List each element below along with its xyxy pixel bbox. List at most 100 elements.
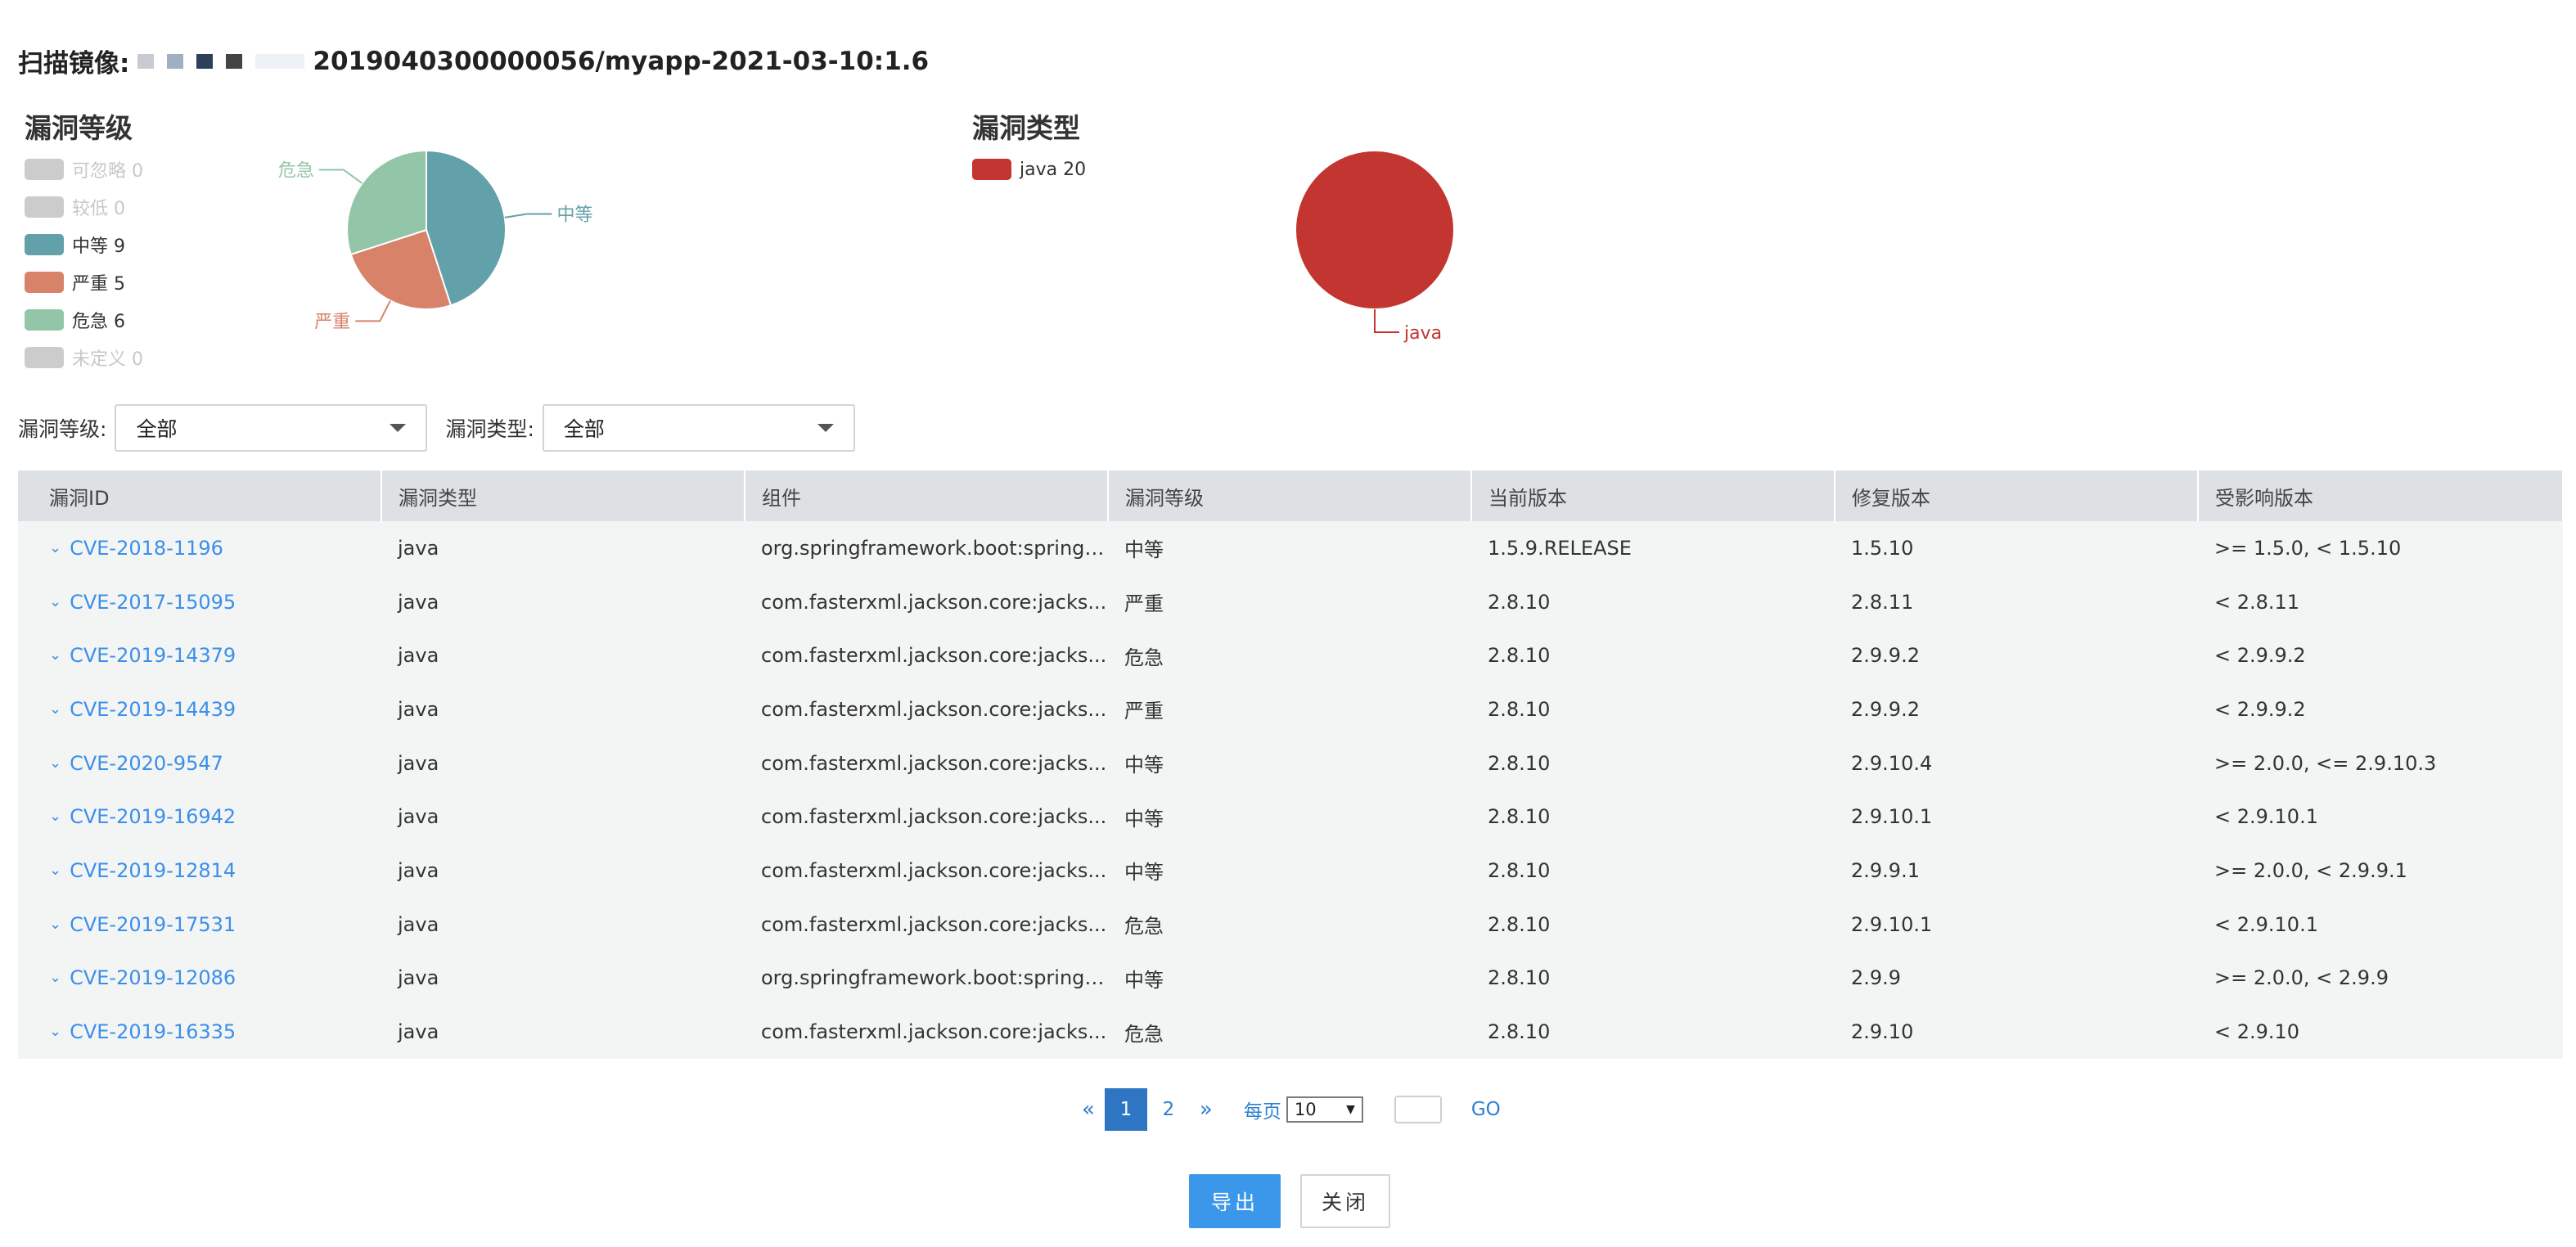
cell-vuln-type: java bbox=[398, 966, 439, 990]
cell-affected-version: < 2.9.10.1 bbox=[2214, 805, 2318, 829]
header-fixed-version[interactable]: 修复版本 bbox=[1835, 470, 2199, 521]
cell-current-version: 2.8.10 bbox=[1488, 912, 1551, 936]
cell-component: com.fasterxml.jackson.core:jacks... bbox=[761, 858, 1107, 882]
table-header-row: 漏洞ID 漏洞类型 组件 漏洞等级 当前版本 修复版本 受影响版本 bbox=[18, 470, 2564, 521]
export-button[interactable]: 导出 bbox=[1189, 1174, 1281, 1228]
table-row[interactable]: ⌄ CVE-2019-12086 java org.springframework.b… bbox=[18, 952, 2563, 1006]
cell-vuln-id[interactable]: ⌄ CVE-2019-14439 bbox=[18, 682, 381, 736]
cell-current-version: 1.5.9.RELEASE bbox=[1488, 536, 1632, 560]
per-page-select[interactable]: 10 ▼ bbox=[1286, 1096, 1363, 1123]
vuln-id-link[interactable]: CVE-2019-12086 bbox=[70, 966, 236, 989]
header-vuln-type[interactable]: 漏洞类型 bbox=[381, 470, 745, 521]
pagination: « 1 2 » 每页 10 ▼ GO bbox=[1072, 1088, 1501, 1131]
header-component[interactable]: 组件 bbox=[745, 470, 1109, 521]
header-vuln-id[interactable]: 漏洞ID bbox=[18, 470, 382, 521]
go-button[interactable]: GO bbox=[1471, 1099, 1501, 1120]
cell-vuln-type: java bbox=[398, 590, 439, 614]
chevron-down-icon[interactable]: ⌄ bbox=[49, 593, 61, 610]
chevron-down-icon[interactable]: ⌄ bbox=[49, 539, 61, 556]
cell-vuln-id[interactable]: ⌄ CVE-2020-9547 bbox=[18, 736, 381, 790]
chevron-down-icon bbox=[817, 424, 834, 432]
cell-fixed-version: 2.8.11 bbox=[1851, 590, 1914, 614]
vuln-id-link[interactable]: CVE-2019-14439 bbox=[70, 698, 236, 721]
cell-vuln-level: 危急 bbox=[1124, 1022, 1164, 1046]
type-filter-select[interactable]: 全部 bbox=[542, 404, 855, 452]
cell-current-version: 2.8.10 bbox=[1488, 858, 1551, 882]
table-row[interactable]: ⌄ CVE-2018-1196 java org.springframework.bo… bbox=[18, 521, 2563, 575]
cell-affected-version: < 2.9.10.1 bbox=[2214, 912, 2318, 936]
cell-vuln-type: java bbox=[398, 644, 439, 668]
prev-page-button[interactable]: « bbox=[1082, 1097, 1095, 1122]
cell-vuln-id[interactable]: ⌄ CVE-2019-12814 bbox=[18, 844, 381, 898]
cell-vuln-id[interactable]: ⌄ CVE-2019-17531 bbox=[18, 898, 381, 952]
cell-fixed-version: 2.9.10.1 bbox=[1851, 912, 1933, 936]
header-vuln-level[interactable]: 漏洞等级 bbox=[1108, 470, 1472, 521]
table-body: ⌄ CVE-2018-1196 java org.springframework.bo… bbox=[18, 521, 2563, 1059]
chevron-down-icon[interactable]: ⌄ bbox=[49, 700, 61, 718]
chevron-down-icon[interactable]: ⌄ bbox=[49, 969, 61, 986]
vuln-id-link[interactable]: CVE-2019-16335 bbox=[70, 1020, 236, 1043]
cell-vuln-id[interactable]: ⌄ CVE-2018-1196 bbox=[18, 521, 381, 575]
chevron-down-icon: ▼ bbox=[1346, 1103, 1355, 1116]
table-row[interactable]: ⌄ CVE-2019-12814 java com.fasterxml.jackson… bbox=[18, 844, 2563, 898]
table-row[interactable]: ⌄ CVE-2019-16942 java com.fasterxml.jackson… bbox=[18, 790, 2563, 844]
cell-affected-version: >= 2.0.0, <= 2.9.10.3 bbox=[2214, 751, 2437, 775]
cell-affected-version: < 2.9.10 bbox=[2214, 1020, 2300, 1044]
cell-vuln-id[interactable]: ⌄ CVE-2019-16942 bbox=[18, 790, 381, 844]
vuln-id-link[interactable]: CVE-2019-17531 bbox=[70, 913, 236, 936]
vuln-id-link[interactable]: CVE-2019-16942 bbox=[70, 805, 236, 828]
vuln-id-link[interactable]: CVE-2017-15095 bbox=[70, 591, 236, 614]
cell-current-version: 2.8.10 bbox=[1488, 644, 1551, 668]
chevron-down-icon[interactable]: ⌄ bbox=[49, 808, 61, 825]
cell-vuln-level: 中等 bbox=[1124, 754, 1164, 777]
cell-vuln-type: java bbox=[398, 751, 439, 775]
chevron-down-icon[interactable]: ⌄ bbox=[49, 646, 61, 664]
cell-component: org.springframework.boot:spring-... bbox=[761, 966, 1108, 990]
cell-vuln-type: java bbox=[398, 858, 439, 882]
per-page-value: 10 bbox=[1294, 1100, 1317, 1119]
cell-current-version: 2.8.10 bbox=[1488, 751, 1551, 775]
close-button[interactable]: 关闭 bbox=[1300, 1174, 1390, 1228]
cell-component: com.fasterxml.jackson.core:jacks... bbox=[761, 751, 1107, 775]
page-1-button[interactable]: 1 bbox=[1104, 1088, 1147, 1131]
vuln-id-link[interactable]: CVE-2018-1196 bbox=[70, 537, 223, 560]
vulnerability-table: 漏洞ID 漏洞类型 组件 漏洞等级 当前版本 修复版本 受影响版本 ⌄ CVE-2… bbox=[18, 470, 2564, 1059]
chevron-down-icon[interactable]: ⌄ bbox=[49, 862, 61, 879]
cell-component: com.fasterxml.jackson.core:jacks... bbox=[761, 1020, 1107, 1044]
vuln-id-link[interactable]: CVE-2019-14379 bbox=[70, 644, 236, 667]
cell-vuln-level: 中等 bbox=[1124, 861, 1164, 885]
cell-component: org.springframework.boot:spring-... bbox=[761, 536, 1108, 560]
table-row[interactable]: ⌄ CVE-2020-9547 java com.fasterxml.jackson.… bbox=[18, 736, 2563, 790]
type-filter-label: 漏洞类型: bbox=[445, 417, 534, 441]
cell-vuln-id[interactable]: ⌄ CVE-2019-14379 bbox=[18, 628, 381, 682]
cell-vuln-id[interactable]: ⌄ CVE-2017-15095 bbox=[18, 575, 381, 629]
level-filter-select[interactable]: 全部 bbox=[115, 404, 428, 452]
chevron-down-icon[interactable]: ⌄ bbox=[49, 754, 61, 772]
table-row[interactable]: ⌄ CVE-2019-16335 java com.fasterxml.jackson… bbox=[18, 1005, 2563, 1059]
pie-slice-java[interactable] bbox=[1295, 150, 1455, 310]
page-2-button[interactable]: 2 bbox=[1147, 1088, 1190, 1131]
cell-fixed-version: 2.9.9.2 bbox=[1851, 644, 1920, 668]
table-row[interactable]: ⌄ CVE-2019-14439 java com.fasterxml.jackson… bbox=[18, 682, 2563, 736]
cell-component: com.fasterxml.jackson.core:jacks... bbox=[761, 644, 1107, 668]
cell-vuln-id[interactable]: ⌄ CVE-2019-12086 bbox=[18, 952, 381, 1006]
cell-vuln-level: 危急 bbox=[1124, 915, 1164, 939]
cell-fixed-version: 2.9.9.1 bbox=[1851, 858, 1920, 882]
cell-fixed-version: 2.9.9 bbox=[1851, 966, 1902, 990]
chevron-down-icon[interactable]: ⌄ bbox=[49, 916, 61, 933]
header-current-version[interactable]: 当前版本 bbox=[1471, 470, 1835, 521]
vuln-id-link[interactable]: CVE-2020-9547 bbox=[70, 752, 223, 775]
page-jump-input[interactable] bbox=[1394, 1096, 1442, 1123]
vuln-id-link[interactable]: CVE-2019-12814 bbox=[70, 859, 236, 882]
cell-vuln-level: 严重 bbox=[1124, 592, 1164, 616]
next-page-button[interactable]: » bbox=[1200, 1097, 1213, 1122]
cell-vuln-id[interactable]: ⌄ CVE-2019-16335 bbox=[18, 1005, 381, 1059]
table-row[interactable]: ⌄ CVE-2017-15095 java com.fasterxml.jackson… bbox=[18, 575, 2563, 629]
table-row[interactable]: ⌄ CVE-2019-14379 java com.fasterxml.jackson… bbox=[18, 628, 2563, 682]
table-row[interactable]: ⌄ CVE-2019-17531 java com.fasterxml.jackson… bbox=[18, 898, 2563, 952]
cell-vuln-type: java bbox=[398, 536, 439, 560]
cell-affected-version: < 2.8.11 bbox=[2214, 590, 2300, 614]
chevron-down-icon[interactable]: ⌄ bbox=[49, 1023, 61, 1040]
cell-fixed-version: 2.9.10.4 bbox=[1851, 751, 1933, 775]
header-affected-version[interactable]: 受影响版本 bbox=[2198, 470, 2564, 521]
